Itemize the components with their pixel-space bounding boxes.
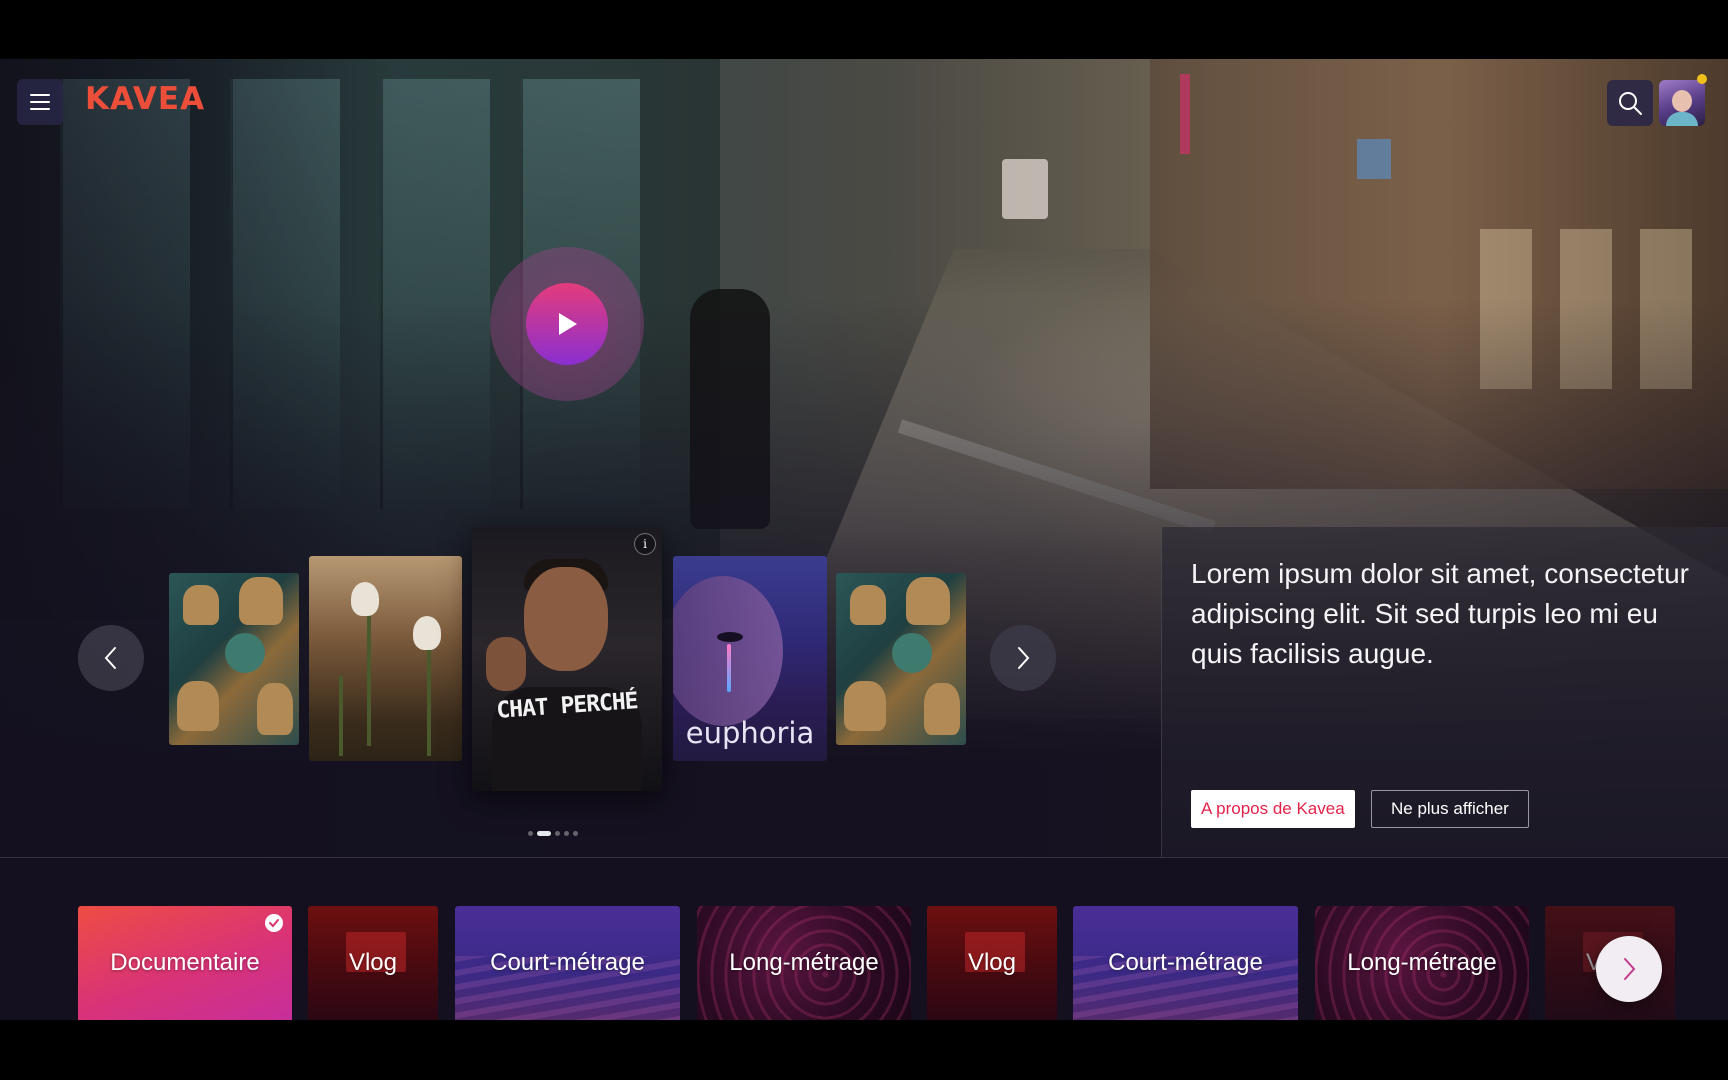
pagination-dot[interactable]	[573, 831, 578, 836]
pagination-dot[interactable]	[564, 831, 569, 836]
categories-next-button[interactable]	[1596, 936, 1662, 1002]
notification-badge	[1697, 74, 1707, 84]
chevron-right-icon	[1018, 647, 1030, 669]
search-button[interactable]	[1607, 80, 1653, 126]
category-long-metrage[interactable]: Long-métrage	[1315, 906, 1529, 1020]
letterbox-top	[0, 0, 1728, 59]
category-label: Vlog	[348, 949, 398, 976]
carousel-prev-button[interactable]	[78, 625, 144, 691]
play-button[interactable]	[490, 247, 644, 401]
pagination-dot[interactable]	[555, 831, 560, 836]
section-divider	[0, 857, 1728, 858]
carousel-card-snowdrops[interactable]	[309, 556, 462, 761]
category-vlog[interactable]: Vlog	[927, 906, 1057, 1020]
carousel-next-button[interactable]	[990, 625, 1056, 691]
carousel-card-decor[interactable]	[169, 573, 299, 745]
carousel-pagination	[528, 831, 578, 836]
carousel-card-decor-2[interactable]	[836, 573, 966, 745]
card-title-art: euphoria	[685, 716, 815, 750]
play-button-core	[526, 283, 608, 365]
dont-show-again-button[interactable]: Ne plus afficher	[1371, 790, 1529, 828]
category-label: Documentaire	[110, 949, 260, 976]
pagination-dot[interactable]	[528, 831, 533, 836]
category-label: Long-métrage	[1347, 949, 1497, 976]
about-kavea-button[interactable]: A propos de Kavea	[1191, 790, 1355, 828]
category-long-metrage[interactable]: Long-métrage	[697, 906, 911, 1020]
search-icon	[1619, 92, 1642, 115]
category-label: Court-métrage	[490, 949, 645, 976]
letterbox-bottom	[0, 1020, 1728, 1080]
category-documentaire[interactable]: Documentaire	[78, 906, 292, 1020]
user-avatar[interactable]	[1659, 80, 1705, 126]
category-label: Court-métrage	[1108, 949, 1263, 976]
category-vlog[interactable]: Vlog	[308, 906, 438, 1020]
play-icon	[559, 313, 577, 335]
info-description: Lorem ipsum dolor sit amet, consectetur …	[1191, 558, 1689, 669]
pagination-dot-active[interactable]	[537, 831, 551, 836]
chevron-left-icon	[104, 647, 116, 669]
info-icon[interactable]: i	[634, 533, 656, 555]
menu-button[interactable]	[17, 79, 63, 125]
info-panel: Lorem ipsum dolor sit amet, consectetur …	[1161, 527, 1728, 857]
check-icon	[265, 914, 283, 932]
category-court-metrage[interactable]: Court-métrage	[455, 906, 680, 1020]
chevron-right-icon	[1624, 958, 1636, 980]
app-logo[interactable]: KAVEA	[85, 81, 205, 117]
category-label: Long-métrage	[729, 949, 879, 976]
hamburger-icon	[30, 94, 50, 96]
category-label: Vlog	[967, 949, 1017, 976]
category-court-metrage[interactable]: Court-métrage	[1073, 906, 1298, 1020]
app-stage: KAVEA CHAT PERCHÉ i euphoria Lorem ipsum…	[0, 59, 1728, 1020]
carousel-card-chat-perche[interactable]: CHAT PERCHÉ	[472, 527, 662, 791]
carousel-card-euphoria[interactable]: euphoria	[673, 556, 827, 761]
